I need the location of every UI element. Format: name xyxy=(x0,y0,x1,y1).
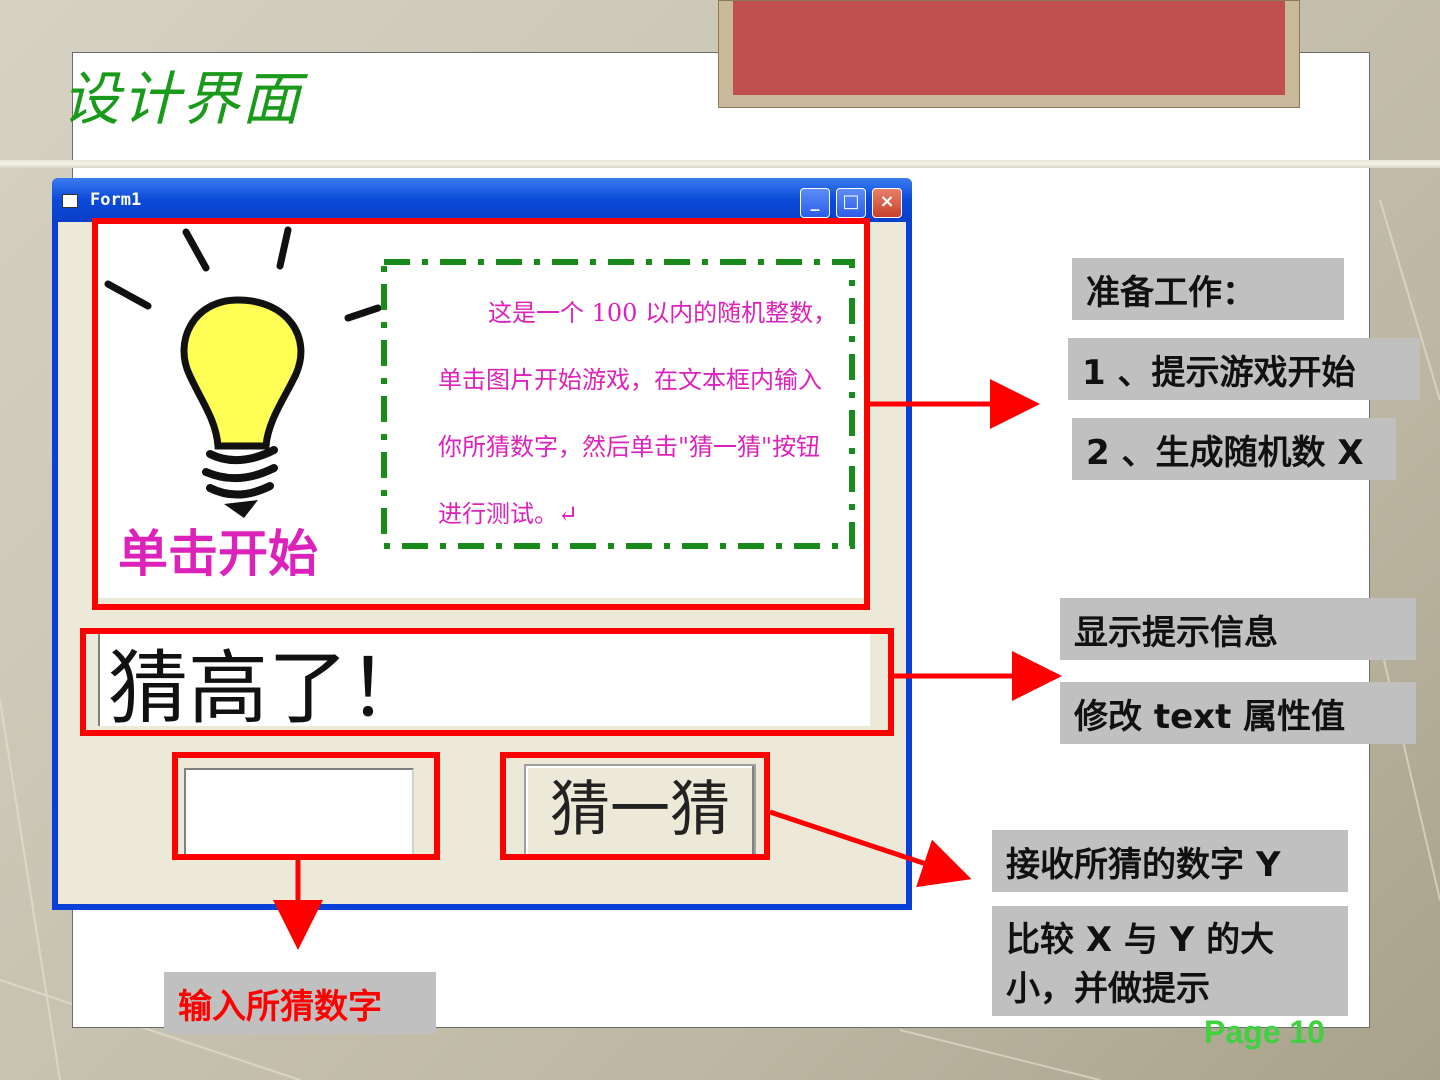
callout-prep-step2: 2 、生成随机数 X xyxy=(1072,418,1396,480)
callout-compare-line: 小，并做提示 xyxy=(1006,969,1210,1009)
arrow-to-compare xyxy=(769,809,972,888)
callout-compare-line: 比较 X 与 Y 的大 xyxy=(1006,920,1275,960)
callout-show-hint: 显示提示信息 xyxy=(1060,598,1416,660)
callout-prep-step1: 1 、提示游戏开始 xyxy=(1068,338,1420,400)
page-number: Page 10 xyxy=(1204,1014,1325,1050)
callout-compare: 比较 X 与 Y 的大 小，并做提示 xyxy=(992,906,1348,1016)
callout-receive-guess: 接收所猜的数字 Y xyxy=(992,830,1348,892)
callout-prep-title: 准备工作： xyxy=(1072,258,1344,320)
callout-modify-text: 修改 text 属性值 xyxy=(1060,682,1416,744)
callout-input-guess: 输入所猜数字 xyxy=(164,972,436,1034)
